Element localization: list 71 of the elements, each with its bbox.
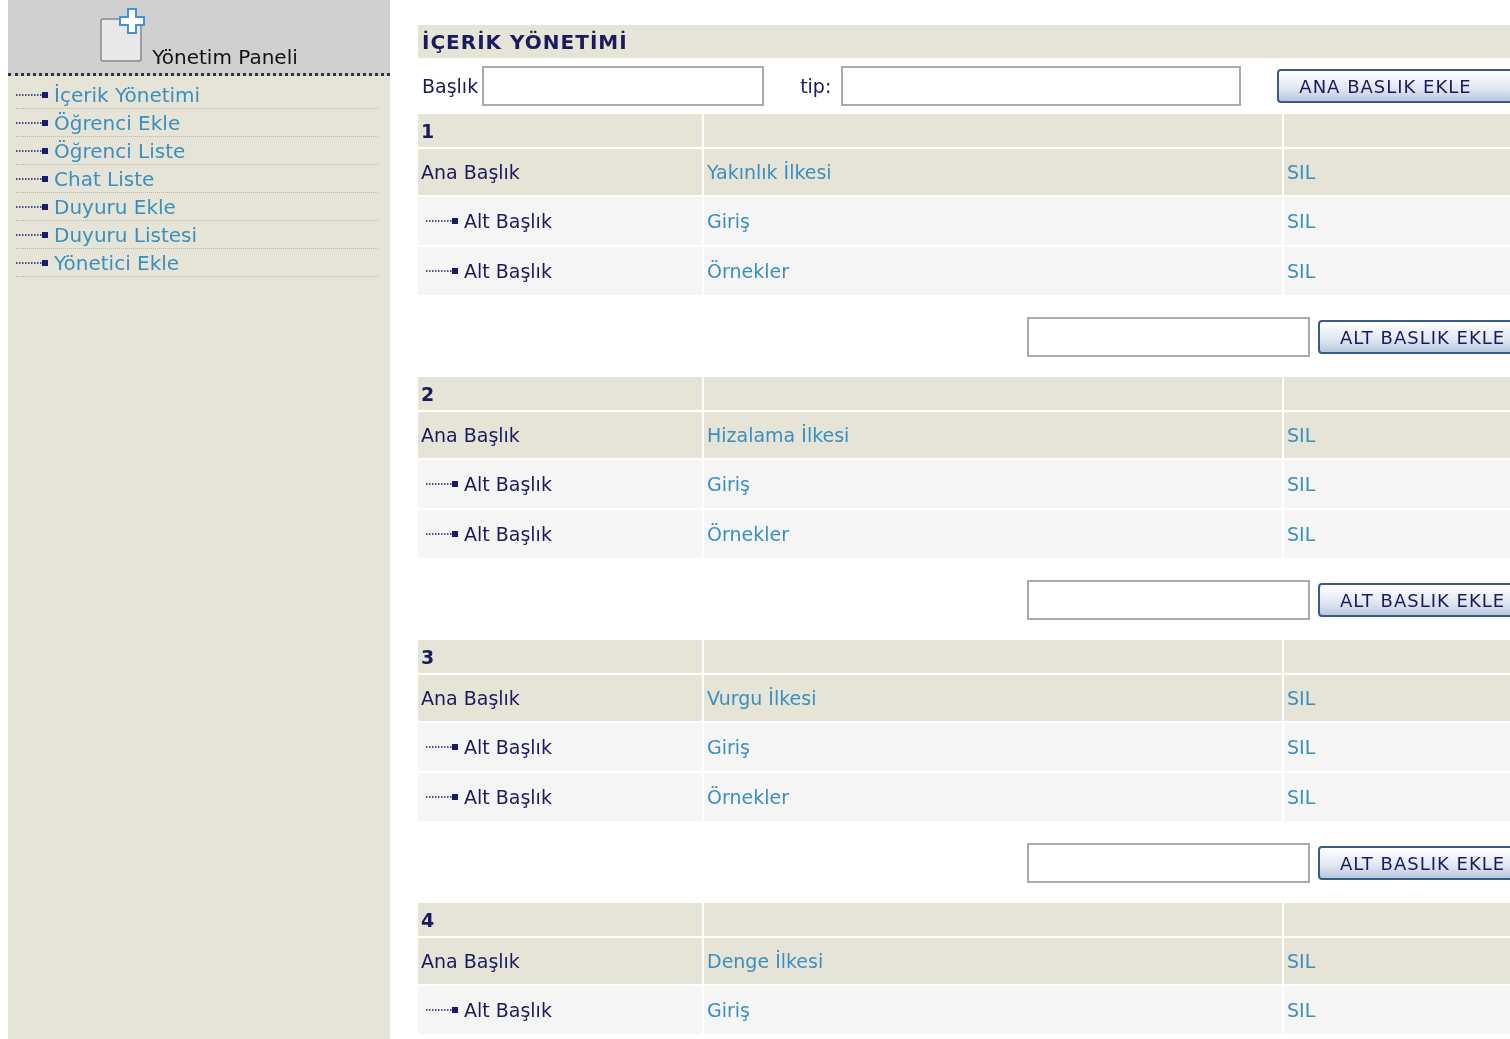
table-cell: Ana Başlık bbox=[418, 412, 702, 458]
section-number: 1 bbox=[418, 114, 702, 147]
title-link[interactable]: Giriş bbox=[707, 736, 750, 758]
sidebar-link[interactable]: Öğrenci Liste bbox=[54, 139, 186, 163]
delete-link[interactable]: SIL bbox=[1287, 950, 1316, 972]
add-main-title-button[interactable]: ANA BASLIK EKLE bbox=[1277, 69, 1510, 103]
sidebar-link[interactable]: Yönetici Ekle bbox=[54, 251, 180, 275]
delete-link[interactable]: SIL bbox=[1287, 210, 1316, 232]
row-label: Alt Başlık bbox=[464, 999, 552, 1021]
bullet-icon bbox=[16, 147, 48, 155]
delete-link[interactable]: SIL bbox=[1287, 523, 1316, 545]
title-link[interactable]: Hizalama İlkesi bbox=[707, 424, 850, 446]
add-subtitle-button[interactable]: ALT BASLIK EKLE bbox=[1318, 583, 1510, 617]
row-label: Alt Başlık bbox=[464, 736, 552, 758]
subtitle-field[interactable] bbox=[1027, 317, 1310, 357]
title-link[interactable]: Örnekler bbox=[707, 786, 789, 808]
title-field[interactable] bbox=[482, 66, 765, 106]
delete-link[interactable]: SIL bbox=[1287, 736, 1316, 758]
bullet-icon bbox=[426, 530, 458, 538]
delete-link[interactable]: SIL bbox=[1287, 786, 1316, 808]
bullet-icon bbox=[426, 793, 458, 801]
delete-link[interactable]: SIL bbox=[1287, 161, 1316, 183]
bullet-icon bbox=[16, 259, 48, 267]
type-field[interactable] bbox=[841, 66, 1242, 106]
bullet-icon bbox=[16, 119, 48, 127]
bullet-icon bbox=[426, 267, 458, 275]
title-link[interactable]: Örnekler bbox=[707, 260, 789, 282]
sidebar-link[interactable]: Duyuru Listesi bbox=[54, 223, 198, 247]
title-link[interactable]: Vurgu İlkesi bbox=[707, 687, 817, 709]
title-link[interactable]: Giriş bbox=[707, 999, 750, 1021]
row-label: Alt Başlık bbox=[464, 210, 552, 232]
row-label: Alt Başlık bbox=[464, 260, 552, 282]
add-subtitle-button[interactable]: ALT BASLIK EKLE bbox=[1318, 846, 1510, 880]
sidebar-link[interactable]: İçerik Yönetimi bbox=[54, 83, 201, 107]
section-number: 3 bbox=[418, 640, 702, 673]
title-link[interactable]: Giriş bbox=[707, 473, 750, 495]
add-subtitle-button[interactable]: ALT BASLIK EKLE bbox=[1318, 320, 1510, 354]
bullet-icon bbox=[16, 91, 48, 99]
subtitle-field[interactable] bbox=[1027, 843, 1310, 883]
table-cell: Ana Başlık bbox=[418, 675, 702, 721]
bullet-icon bbox=[16, 175, 48, 183]
section-number: 2 bbox=[418, 377, 702, 410]
row-label: Alt Başlık bbox=[464, 473, 552, 495]
section-number: 4 bbox=[418, 903, 702, 936]
bullet-icon bbox=[16, 203, 48, 211]
table-cell: Ana Başlık bbox=[418, 149, 702, 195]
panel-title: Yönetim Paneli bbox=[152, 45, 298, 69]
delete-link[interactable]: SIL bbox=[1287, 260, 1316, 282]
sidebar-link[interactable]: Chat Liste bbox=[54, 167, 155, 191]
delete-link[interactable]: SIL bbox=[1287, 687, 1316, 709]
field-label: tip: bbox=[799, 75, 833, 97]
row-label: Alt Başlık bbox=[464, 786, 552, 808]
title-link[interactable]: Denge İlkesi bbox=[707, 950, 824, 972]
table-cell: Ana Başlık bbox=[418, 938, 702, 984]
title-link[interactable]: Örnekler bbox=[707, 523, 789, 545]
delete-link[interactable]: SIL bbox=[1287, 424, 1316, 446]
bullet-icon bbox=[426, 217, 458, 225]
bullet-icon bbox=[426, 480, 458, 488]
title-link[interactable]: Giriş bbox=[707, 210, 750, 232]
delete-link[interactable]: SIL bbox=[1287, 999, 1316, 1021]
bullet-icon bbox=[16, 231, 48, 239]
bullet-icon bbox=[426, 1006, 458, 1014]
title-link[interactable]: Yakınlık İlkesi bbox=[707, 161, 832, 183]
bullet-icon bbox=[426, 743, 458, 751]
field-label: Başlık bbox=[421, 75, 480, 97]
page-title: İÇERİK YÖNETİMİ bbox=[418, 25, 1510, 58]
row-label: Alt Başlık bbox=[464, 523, 552, 545]
sidebar-link[interactable]: Öğrenci Ekle bbox=[54, 111, 181, 135]
delete-link[interactable]: SIL bbox=[1287, 473, 1316, 495]
sidebar-link[interactable]: Duyuru Ekle bbox=[54, 195, 176, 219]
subtitle-field[interactable] bbox=[1027, 580, 1310, 620]
